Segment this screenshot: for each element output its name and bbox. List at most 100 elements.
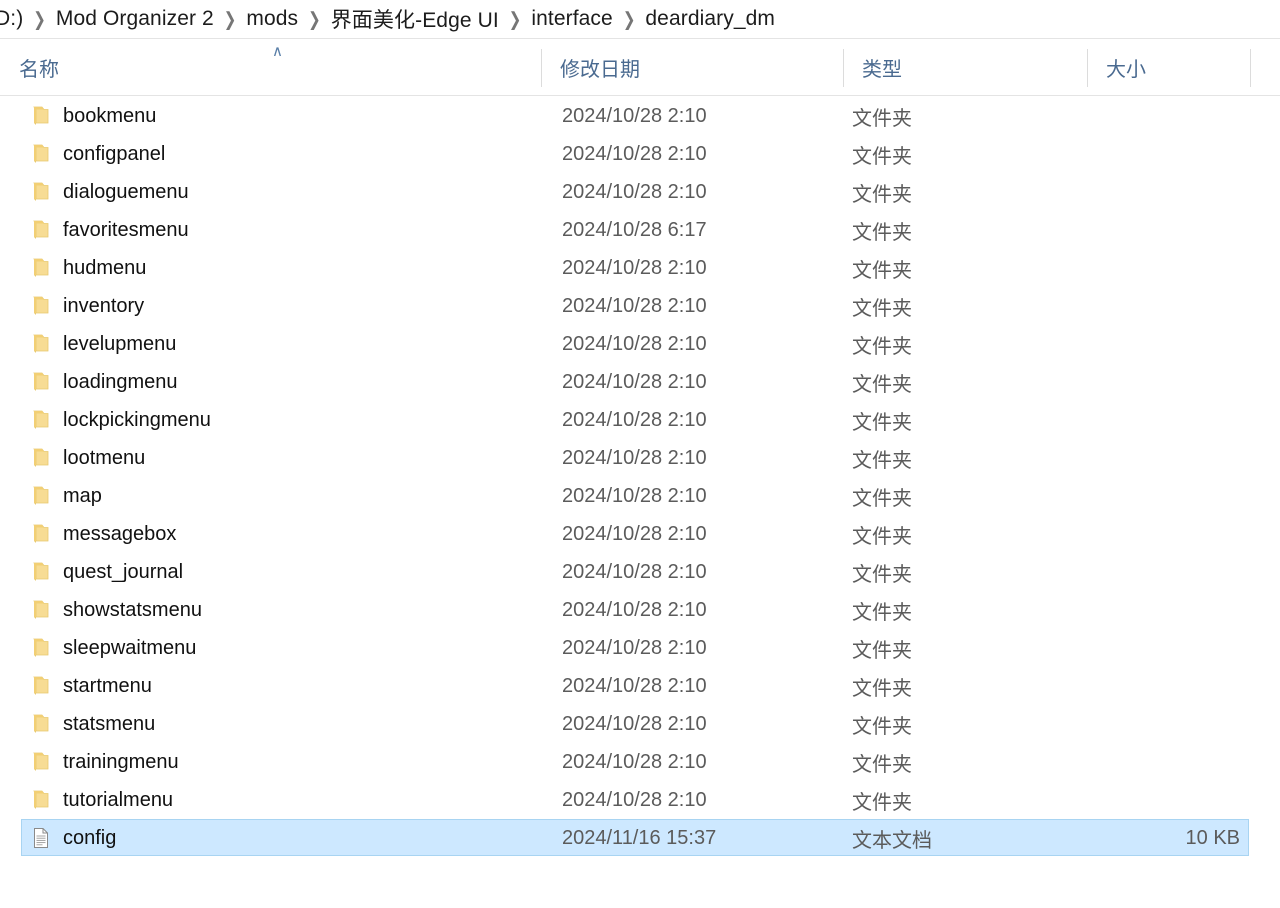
breadcrumb-item-5[interactable]: deardiary_dm	[644, 7, 776, 31]
table-row[interactable]: bookmenu 2024/10/28 2:10 文件夹	[0, 97, 1280, 135]
file-name-label: messagebox	[63, 522, 177, 545]
cell-name[interactable]: map	[31, 477, 541, 515]
cell-size	[1060, 591, 1240, 629]
folder-icon	[31, 636, 51, 660]
column-header-size[interactable]: 大小	[1087, 39, 1250, 95]
table-row[interactable]: hudmenu 2024/10/28 2:10 文件夹	[0, 249, 1280, 287]
column-header-date-modified[interactable]: 修改日期	[541, 39, 843, 95]
table-row[interactable]: configpanel 2024/10/28 2:10 文件夹	[0, 135, 1280, 173]
cell-size	[1060, 629, 1240, 667]
breadcrumb-item-0[interactable]: D:)	[0, 7, 24, 31]
cell-date-modified: 2024/10/28 2:10	[562, 446, 707, 469]
table-row-selected[interactable]: config 2024/11/16 15:37 文本文档 10 KB	[0, 819, 1280, 857]
column-header-type[interactable]: 类型	[843, 39, 1087, 95]
breadcrumb-item-4[interactable]: interface	[530, 7, 613, 31]
cell-type: 文件夹	[852, 107, 912, 130]
cell-date-modified: 2024/10/28 2:10	[562, 484, 707, 507]
folder-icon	[31, 560, 51, 584]
breadcrumb-item-2[interactable]: mods	[245, 7, 299, 31]
cell-name[interactable]: showstatsmenu	[31, 591, 541, 629]
cell-size	[1060, 515, 1240, 553]
cell-date-modified: 2024/10/28 2:10	[562, 788, 707, 811]
file-name-label: tutorialmenu	[63, 788, 174, 811]
cell-name[interactable]: tutorialmenu	[31, 781, 541, 819]
column-header-date-modified-label: 修改日期	[560, 58, 640, 81]
cell-name[interactable]: lootmenu	[31, 439, 541, 477]
cell-name[interactable]: config	[31, 819, 541, 857]
file-name-label: quest_journal	[63, 560, 184, 583]
cell-type: 文件夹	[852, 487, 912, 510]
cell-name[interactable]: inventory	[31, 287, 541, 325]
column-divider-size[interactable]	[1250, 49, 1251, 87]
column-header-name-label: 名称	[19, 58, 59, 81]
cell-size	[1060, 173, 1240, 211]
column-header-name[interactable]: 名称	[0, 39, 541, 95]
cell-type: 文件夹	[852, 221, 912, 244]
cell-name[interactable]: loadingmenu	[31, 363, 541, 401]
table-row[interactable]: dialoguemenu 2024/10/28 2:10 文件夹	[0, 173, 1280, 211]
cell-name[interactable]: favoritesmenu	[31, 211, 541, 249]
file-name-label: bookmenu	[63, 104, 157, 127]
folder-icon	[31, 522, 51, 546]
cell-size	[1060, 743, 1240, 781]
cell-size	[1060, 211, 1240, 249]
table-row[interactable]: showstatsmenu 2024/10/28 2:10 文件夹	[0, 591, 1280, 629]
table-row[interactable]: lockpickingmenu 2024/10/28 2:10 文件夹	[0, 401, 1280, 439]
breadcrumb[interactable]: D:) ❯ Mod Organizer 2 ❯ mods ❯ 界面美化-Edge UI ❯ in…	[0, 0, 1280, 38]
table-row[interactable]: quest_journal 2024/10/28 2:10 文件夹	[0, 553, 1280, 591]
folder-icon	[31, 712, 51, 736]
cell-date-modified: 2024/10/28 2:10	[562, 370, 707, 393]
folder-icon	[31, 332, 51, 356]
cell-name[interactable]: trainingmenu	[31, 743, 541, 781]
table-row[interactable]: sleepwaitmenu 2024/10/28 2:10 文件夹	[0, 629, 1280, 667]
cell-name[interactable]: hudmenu	[31, 249, 541, 287]
table-row[interactable]: trainingmenu 2024/10/28 2:10 文件夹	[0, 743, 1280, 781]
cell-type: 文件夹	[852, 259, 912, 282]
table-row[interactable]: favoritesmenu 2024/10/28 6:17 文件夹	[0, 211, 1280, 249]
cell-name[interactable]: sleepwaitmenu	[31, 629, 541, 667]
cell-size	[1060, 667, 1240, 705]
cell-date-modified: 2024/10/28 2:10	[562, 712, 707, 735]
folder-icon	[31, 408, 51, 432]
folder-icon	[31, 256, 51, 280]
file-name-label: inventory	[63, 294, 145, 317]
cell-date-modified: 2024/10/28 2:10	[562, 294, 707, 317]
text-document-icon	[31, 826, 51, 850]
cell-name[interactable]: statsmenu	[31, 705, 541, 743]
cell-type: 文件夹	[852, 677, 912, 700]
table-row[interactable]: loadingmenu 2024/10/28 2:10 文件夹	[0, 363, 1280, 401]
cell-type: 文件夹	[852, 145, 912, 168]
cell-name[interactable]: messagebox	[31, 515, 541, 553]
table-row[interactable]: inventory 2024/10/28 2:10 文件夹	[0, 287, 1280, 325]
cell-name[interactable]: configpanel	[31, 135, 541, 173]
cell-type: 文件夹	[852, 449, 912, 472]
table-row[interactable]: startmenu 2024/10/28 2:10 文件夹	[0, 667, 1280, 705]
breadcrumb-item-3[interactable]: 界面美化-Edge UI	[330, 4, 500, 34]
cell-name[interactable]: dialoguemenu	[31, 173, 541, 211]
breadcrumb-separator-icon: ❯	[33, 9, 46, 31]
file-list[interactable]: bookmenu 2024/10/28 2:10 文件夹 configpanel 202…	[0, 97, 1280, 908]
cell-name[interactable]: lockpickingmenu	[31, 401, 541, 439]
table-row[interactable]: messagebox 2024/10/28 2:10 文件夹	[0, 515, 1280, 553]
folder-icon	[31, 484, 51, 508]
table-row[interactable]: levelupmenu 2024/10/28 2:10 文件夹	[0, 325, 1280, 363]
column-header-type-label: 类型	[862, 58, 902, 81]
cell-name[interactable]: startmenu	[31, 667, 541, 705]
breadcrumb-item-1[interactable]: Mod Organizer 2	[55, 7, 215, 31]
cell-name[interactable]: bookmenu	[31, 97, 541, 135]
folder-icon	[31, 750, 51, 774]
folder-icon	[31, 788, 51, 812]
breadcrumb-separator-icon: ❯	[223, 9, 237, 31]
table-row[interactable]: lootmenu 2024/10/28 2:10 文件夹	[0, 439, 1280, 477]
table-row[interactable]: statsmenu 2024/10/28 2:10 文件夹	[0, 705, 1280, 743]
cell-type: 文件夹	[852, 753, 912, 776]
cell-name[interactable]: quest_journal	[31, 553, 541, 591]
file-name-label: dialoguemenu	[63, 180, 189, 203]
column-header-size-label: 大小	[1106, 58, 1146, 81]
file-name-label: configpanel	[63, 142, 166, 165]
table-row[interactable]: tutorialmenu 2024/10/28 2:10 文件夹	[0, 781, 1280, 819]
cell-size	[1060, 705, 1240, 743]
table-row[interactable]: map 2024/10/28 2:10 文件夹	[0, 477, 1280, 515]
cell-date-modified: 2024/11/16 15:37	[562, 826, 717, 849]
cell-name[interactable]: levelupmenu	[31, 325, 541, 363]
